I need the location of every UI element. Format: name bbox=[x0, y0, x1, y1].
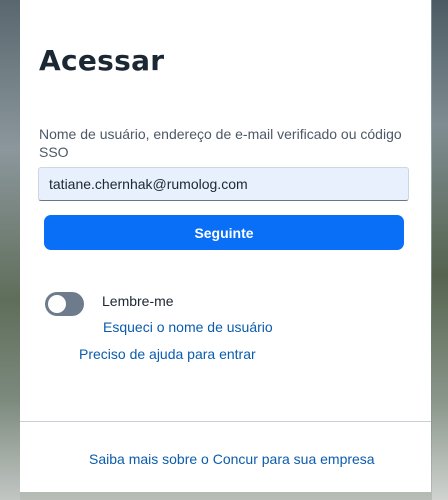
username-label: Nome de usuário, endereço de e-mail veri… bbox=[39, 126, 402, 160]
learn-more-link[interactable]: Saiba mais sobre o Concur para sua empre… bbox=[89, 451, 375, 467]
background-right-strip bbox=[432, 0, 448, 500]
next-button[interactable]: Seguinte bbox=[44, 215, 404, 250]
toggle-knob bbox=[48, 295, 66, 313]
background-left-strip bbox=[0, 0, 20, 500]
username-input[interactable] bbox=[38, 167, 409, 201]
remember-me-label: Lembre-me bbox=[102, 293, 174, 309]
page-title: Acessar bbox=[39, 44, 165, 77]
login-card: Acessar Nome de usuário, endereço de e-m… bbox=[20, 0, 431, 492]
forgot-username-link[interactable]: Esqueci o nome de usuário bbox=[103, 319, 273, 335]
footer-divider bbox=[20, 421, 431, 422]
help-signin-link[interactable]: Preciso de ajuda para entrar bbox=[79, 346, 256, 362]
remember-me-toggle[interactable] bbox=[45, 292, 84, 316]
